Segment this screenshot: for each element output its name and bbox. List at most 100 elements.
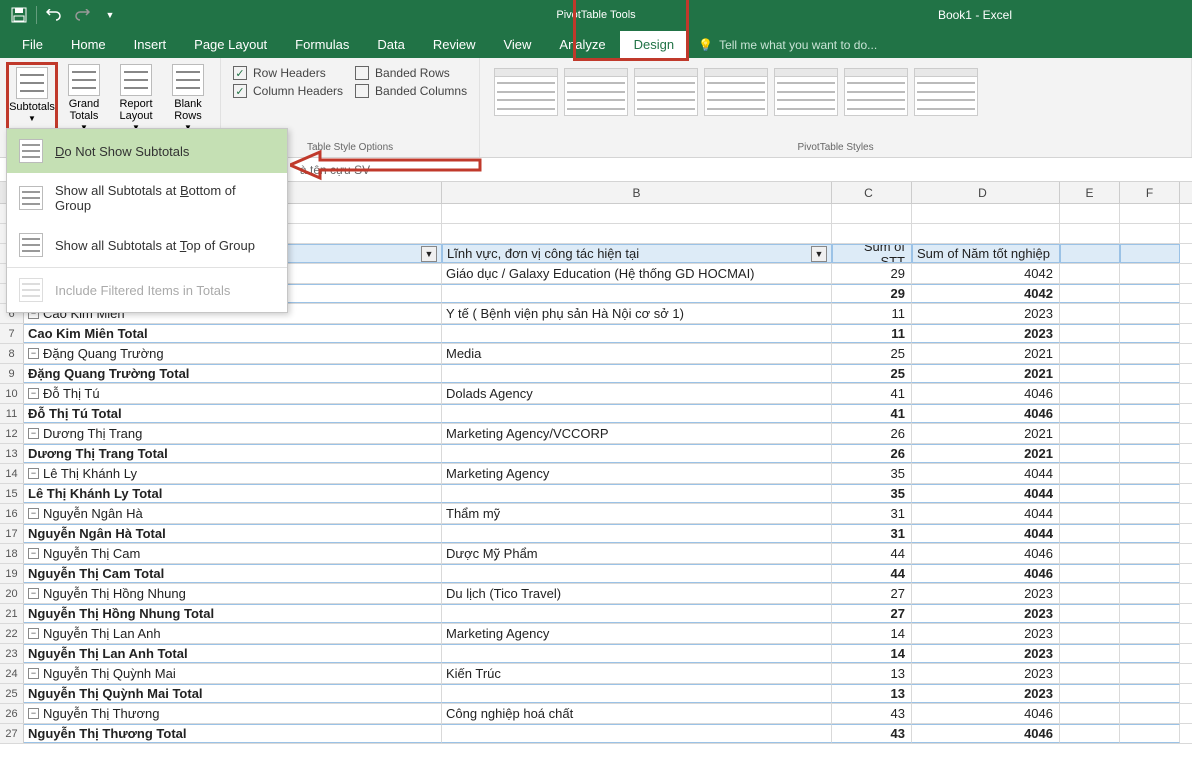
collapse-icon[interactable]: −	[28, 508, 39, 519]
column-headers-checkbox[interactable]: ✓Column Headers	[233, 84, 343, 98]
dd-item-label: Include Filtered Items in Totals	[55, 283, 230, 298]
table-row[interactable]: 25Nguyễn Thị Quỳnh Mai Total132023	[0, 684, 1192, 704]
document-title: Book1 - Excel	[938, 8, 1012, 22]
subtotals-button[interactable]: Subtotals▼	[6, 62, 58, 136]
subtotals-bottom-item[interactable]: Show all Subtotals at Bottom of Group	[7, 173, 287, 223]
tab-data[interactable]: Data	[363, 31, 418, 58]
collapse-icon[interactable]: −	[28, 668, 39, 679]
cell-text: Nguyễn Thị Cam Total	[28, 566, 164, 581]
table-row[interactable]: 16−Nguyễn Ngân HàThẩm mỹ314044	[0, 504, 1192, 524]
collapse-icon[interactable]: −	[28, 388, 39, 399]
table-row[interactable]: 27Nguyễn Thị Thương Total434046	[0, 724, 1192, 744]
undo-icon[interactable]	[43, 4, 65, 26]
collapse-icon[interactable]: −	[28, 468, 39, 479]
include-filtered-item: Include Filtered Items in Totals	[7, 268, 287, 312]
collapse-icon[interactable]: −	[28, 628, 39, 639]
collapse-icon[interactable]: −	[28, 588, 39, 599]
tab-view[interactable]: View	[489, 31, 545, 58]
table-row[interactable]: 15Lê Thị Khánh Ly Total354044	[0, 484, 1192, 504]
cell-text: Dương Thị Trang Total	[28, 446, 168, 461]
table-row[interactable]: 7Cao Kim Miên Total112023	[0, 324, 1192, 344]
do-not-show-subtotals-item[interactable]: Do Not Show Subtotals	[7, 129, 287, 173]
collapse-icon[interactable]: −	[28, 708, 39, 719]
subtotals-icon	[16, 67, 48, 99]
table-row[interactable]: 22−Nguyễn Thị Lan AnhMarketing Agency142…	[0, 624, 1192, 644]
table-row[interactable]: 26−Nguyễn Thị ThươngCông nghiệp hoá chất…	[0, 704, 1192, 724]
annotation-arrow-icon	[290, 150, 490, 190]
tab-analyze[interactable]: Analyze	[545, 31, 619, 58]
style-thumb[interactable]	[774, 68, 838, 116]
style-thumb[interactable]	[564, 68, 628, 116]
title-bar: ▼ PivotTable Tools Book1 - Excel	[0, 0, 1192, 30]
cell-text: Nguyễn Thị Quỳnh Mai	[43, 666, 176, 681]
report-layout-button[interactable]: Report Layout▼	[110, 62, 162, 136]
cell-text: Đặng Quang Trường	[43, 346, 164, 361]
table-row[interactable]: 21Nguyễn Thị Hồng Nhung Total272023	[0, 604, 1192, 624]
grand-totals-button[interactable]: Grand Totals▼	[58, 62, 110, 136]
table-row[interactable]: 20−Nguyễn Thị Hồng NhungDu lịch (Tico Tr…	[0, 584, 1192, 604]
tab-insert[interactable]: Insert	[120, 31, 181, 58]
collapse-icon[interactable]: −	[28, 348, 39, 359]
tab-file[interactable]: File	[8, 31, 57, 58]
collapse-icon[interactable]: −	[28, 428, 39, 439]
filter-icon[interactable]: ▼	[811, 246, 827, 262]
cell-text: Đặng Quang Trường Total	[28, 366, 189, 381]
banded-rows-label: Banded Rows	[375, 66, 450, 80]
column-headers-label: Column Headers	[253, 84, 343, 98]
subtotal-option-icon	[19, 233, 43, 257]
style-thumb[interactable]	[634, 68, 698, 116]
tab-home[interactable]: Home	[57, 31, 120, 58]
col-header-e[interactable]: E	[1060, 182, 1120, 203]
col-header-d[interactable]: D	[912, 182, 1060, 203]
subtotal-option-icon	[19, 186, 43, 210]
style-thumb[interactable]	[844, 68, 908, 116]
table-row[interactable]: 10−Đỗ Thị TúDolads Agency414046	[0, 384, 1192, 404]
tell-me-search[interactable]: 💡Tell me what you want to do...	[688, 32, 887, 58]
banded-columns-checkbox[interactable]: Banded Columns	[355, 84, 467, 98]
pivot-header-c: Sum of STT	[837, 244, 905, 263]
tab-design[interactable]: Design	[620, 31, 688, 58]
redo-icon[interactable]	[71, 4, 93, 26]
dd-item-label: Show all Subtotals at Bottom of Group	[55, 183, 275, 213]
blank-rows-icon	[172, 64, 204, 96]
style-thumb[interactable]	[914, 68, 978, 116]
subtotals-top-item[interactable]: Show all Subtotals at Top of Group	[7, 223, 287, 267]
cell-text: Nguyễn Thị Lan Anh Total	[28, 646, 188, 661]
table-row[interactable]: 14−Lê Thị Khánh LyMarketing Agency354044	[0, 464, 1192, 484]
filter-icon[interactable]: ▼	[421, 246, 437, 262]
row-headers-label: Row Headers	[253, 66, 326, 80]
blank-rows-button[interactable]: Blank Rows▼	[162, 62, 214, 136]
table-row[interactable]: 8−Đặng Quang TrườngMedia252021	[0, 344, 1192, 364]
bulb-icon: 💡	[698, 38, 713, 52]
cell-text: Cao Kim Miên Total	[28, 326, 148, 341]
table-row[interactable]: 9Đặng Quang Trường Total252021	[0, 364, 1192, 384]
tab-formulas[interactable]: Formulas	[281, 31, 363, 58]
grand-totals-label: Grand Totals	[60, 98, 108, 122]
customize-qat-icon[interactable]: ▼	[99, 4, 121, 26]
col-header-c[interactable]: C	[832, 182, 912, 203]
table-row[interactable]: 23Nguyễn Thị Lan Anh Total142023	[0, 644, 1192, 664]
table-row[interactable]: 19Nguyễn Thị Cam Total444046	[0, 564, 1192, 584]
col-header-f[interactable]: F	[1120, 182, 1180, 203]
table-row[interactable]: 17Nguyễn Ngân Hà Total314044	[0, 524, 1192, 544]
table-row[interactable]: 11Đỗ Thị Tú Total414046	[0, 404, 1192, 424]
col-header-b[interactable]: B	[442, 182, 832, 203]
table-row[interactable]: 24−Nguyễn Thị Quỳnh MaiKiến Trúc132023	[0, 664, 1192, 684]
tab-review[interactable]: Review	[419, 31, 490, 58]
style-thumb[interactable]	[704, 68, 768, 116]
save-icon[interactable]	[8, 4, 30, 26]
style-thumb[interactable]	[494, 68, 558, 116]
table-row[interactable]: 12−Dương Thị TrangMarketing Agency/VCCOR…	[0, 424, 1192, 444]
collapse-icon[interactable]: −	[28, 548, 39, 559]
styles-gallery[interactable]	[486, 62, 1185, 116]
banded-rows-checkbox[interactable]: Banded Rows	[355, 66, 467, 80]
dd-item-label: Show all Subtotals at Top of Group	[55, 238, 255, 253]
table-row[interactable]: 13Dương Thị Trang Total262021	[0, 444, 1192, 464]
table-row[interactable]: 18−Nguyễn Thị CamDược Mỹ Phẩm444046	[0, 544, 1192, 564]
title-center: PivotTable Tools	[556, 9, 635, 22]
tab-page-layout[interactable]: Page Layout	[180, 31, 281, 58]
subtotal-option-icon	[19, 278, 43, 302]
cell-text: Nguyễn Thị Hồng Nhung	[43, 586, 186, 601]
grand-totals-icon	[68, 64, 100, 96]
row-headers-checkbox[interactable]: ✓Row Headers	[233, 66, 343, 80]
